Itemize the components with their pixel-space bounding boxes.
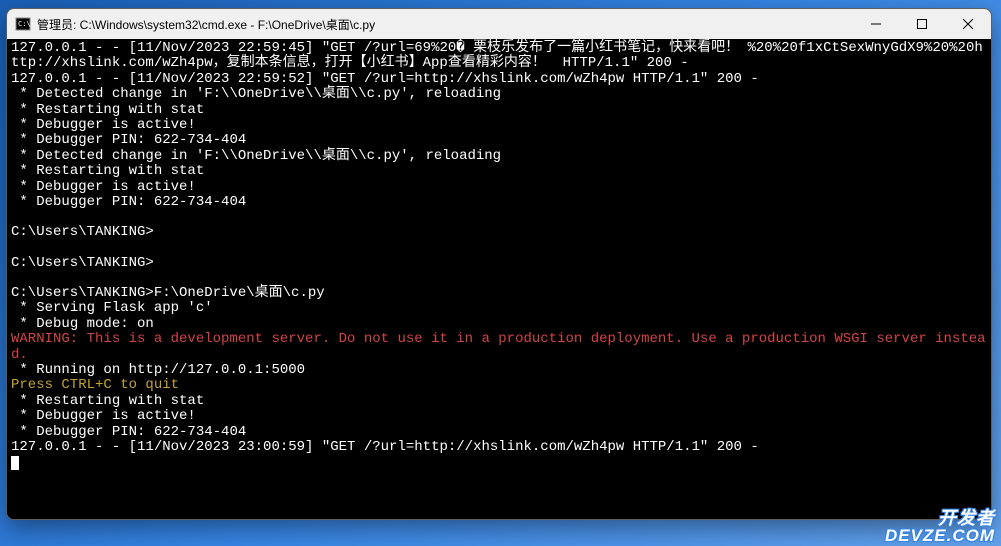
watermark-line2: DEVZE.COM xyxy=(885,527,995,544)
watermark-line1: 开发者 xyxy=(885,509,995,527)
command-prompt-window: C:\ 管理员: C:\Windows\system32\cmd.exe - F… xyxy=(6,8,992,520)
terminal-line: * Debugger is active! xyxy=(11,180,987,195)
titlebar[interactable]: C:\ 管理员: C:\Windows\system32\cmd.exe - F… xyxy=(7,9,991,39)
terminal-line: * Restarting with stat xyxy=(11,394,987,409)
minimize-button[interactable] xyxy=(853,9,899,39)
close-button[interactable] xyxy=(945,9,991,39)
terminal-line: WARNING: This is a development server. D… xyxy=(11,332,987,363)
maximize-button[interactable] xyxy=(899,9,945,39)
terminal-line: * Debugger PIN: 622-734-404 xyxy=(11,133,987,148)
terminal-line: 127.0.0.1 - - [11/Nov/2023 23:00:59] "GE… xyxy=(11,440,987,455)
terminal-output[interactable]: 127.0.0.1 - - [11/Nov/2023 22:59:45] "GE… xyxy=(7,39,991,519)
terminal-line: Press CTRL+C to quit xyxy=(11,378,987,393)
terminal-line: * Restarting with stat xyxy=(11,164,987,179)
terminal-line: * Restarting with stat xyxy=(11,103,987,118)
terminal-line: * Running on http://127.0.0.1:5000 xyxy=(11,363,987,378)
terminal-line: 127.0.0.1 - - [11/Nov/2023 22:59:45] "GE… xyxy=(11,41,987,72)
terminal-line: * Debugger PIN: 622-734-404 xyxy=(11,425,987,440)
window-controls xyxy=(853,9,991,39)
terminal-line xyxy=(11,241,987,256)
cursor xyxy=(11,456,19,470)
terminal-line: * Detected change in 'F:\\OneDrive\\桌面\\… xyxy=(11,149,987,164)
terminal-line: * Debug mode: on xyxy=(11,317,987,332)
app-icon: C:\ xyxy=(15,16,31,32)
terminal-line xyxy=(11,210,987,225)
svg-text:C:\: C:\ xyxy=(18,20,31,28)
terminal-line: C:\Users\TANKING>F:\OneDrive\桌面\c.py xyxy=(11,286,987,301)
terminal-line: * Debugger PIN: 622-734-404 xyxy=(11,195,987,210)
terminal-line: * Debugger is active! xyxy=(11,118,987,133)
window-title: 管理员: C:\Windows\system32\cmd.exe - F:\On… xyxy=(37,16,853,33)
watermark: 开发者 DEVZE.COM xyxy=(885,509,995,544)
terminal-line: C:\Users\TANKING> xyxy=(11,256,987,271)
terminal-line: C:\Users\TANKING> xyxy=(11,225,987,240)
terminal-line: * Serving Flask app 'c' xyxy=(11,301,987,316)
terminal-line: * Debugger is active! xyxy=(11,409,987,424)
terminal-cursor-line xyxy=(11,455,987,470)
terminal-line xyxy=(11,271,987,286)
terminal-line: * Detected change in 'F:\\OneDrive\\桌面\\… xyxy=(11,87,987,102)
terminal-line: 127.0.0.1 - - [11/Nov/2023 22:59:52] "GE… xyxy=(11,72,987,87)
